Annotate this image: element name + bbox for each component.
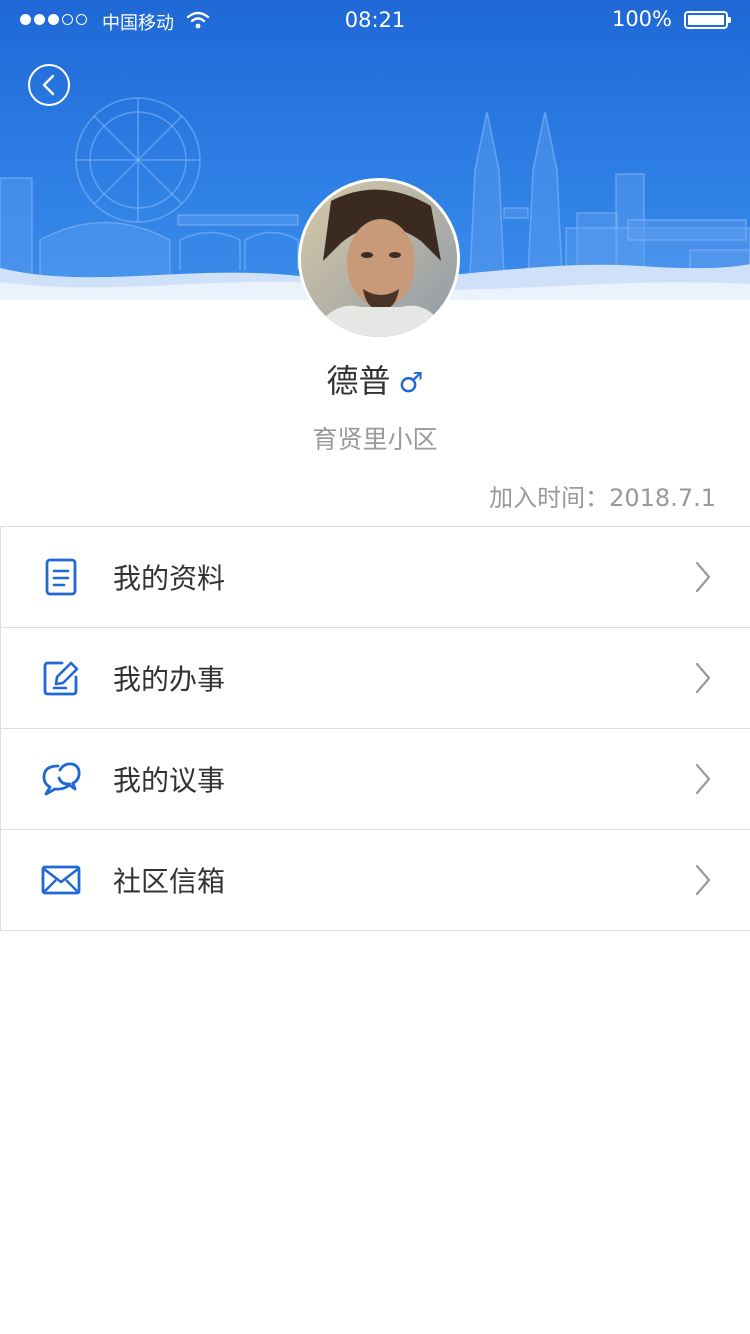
menu-item-community-mailbox[interactable]: 社区信箱 xyxy=(1,830,750,931)
back-button[interactable] xyxy=(28,64,70,106)
male-gender-icon: ♂ xyxy=(398,366,424,399)
menu-item-my-profile[interactable]: 我的资料 xyxy=(1,527,750,628)
chevron-right-icon xyxy=(695,763,711,795)
menu-label: 我的资料 xyxy=(113,562,226,595)
edit-icon xyxy=(39,656,83,700)
menu-item-my-discussions[interactable]: 我的议事 xyxy=(1,729,750,830)
menu-label: 我的议事 xyxy=(113,764,226,797)
menu-item-my-affairs[interactable]: 我的办事 xyxy=(1,628,750,729)
mail-icon xyxy=(39,858,83,902)
chevron-left-icon xyxy=(42,74,55,96)
document-icon xyxy=(39,555,83,599)
community-name: 育贤里小区 xyxy=(312,425,438,454)
battery-icon xyxy=(684,11,731,29)
profile-menu: 我的资料 我的办事 我的议事 社区信箱 xyxy=(0,526,750,931)
battery-percentage: 100% xyxy=(611,7,672,31)
status-bar: 中国移动 08:21 100% xyxy=(0,0,750,40)
chevron-right-icon xyxy=(695,864,711,896)
chat-bubbles-icon xyxy=(39,757,83,801)
chevron-right-icon xyxy=(695,662,711,694)
menu-label: 我的办事 xyxy=(113,663,226,696)
join-date: 加入时间：2018.7.1 xyxy=(489,484,716,512)
user-avatar-image xyxy=(301,181,457,337)
chevron-right-icon xyxy=(695,561,711,593)
profile-name-row: 德普 ♂ xyxy=(0,356,750,402)
menu-label: 社区信箱 xyxy=(113,865,226,898)
avatar[interactable] xyxy=(298,178,460,340)
user-name: 德普 xyxy=(326,362,391,400)
